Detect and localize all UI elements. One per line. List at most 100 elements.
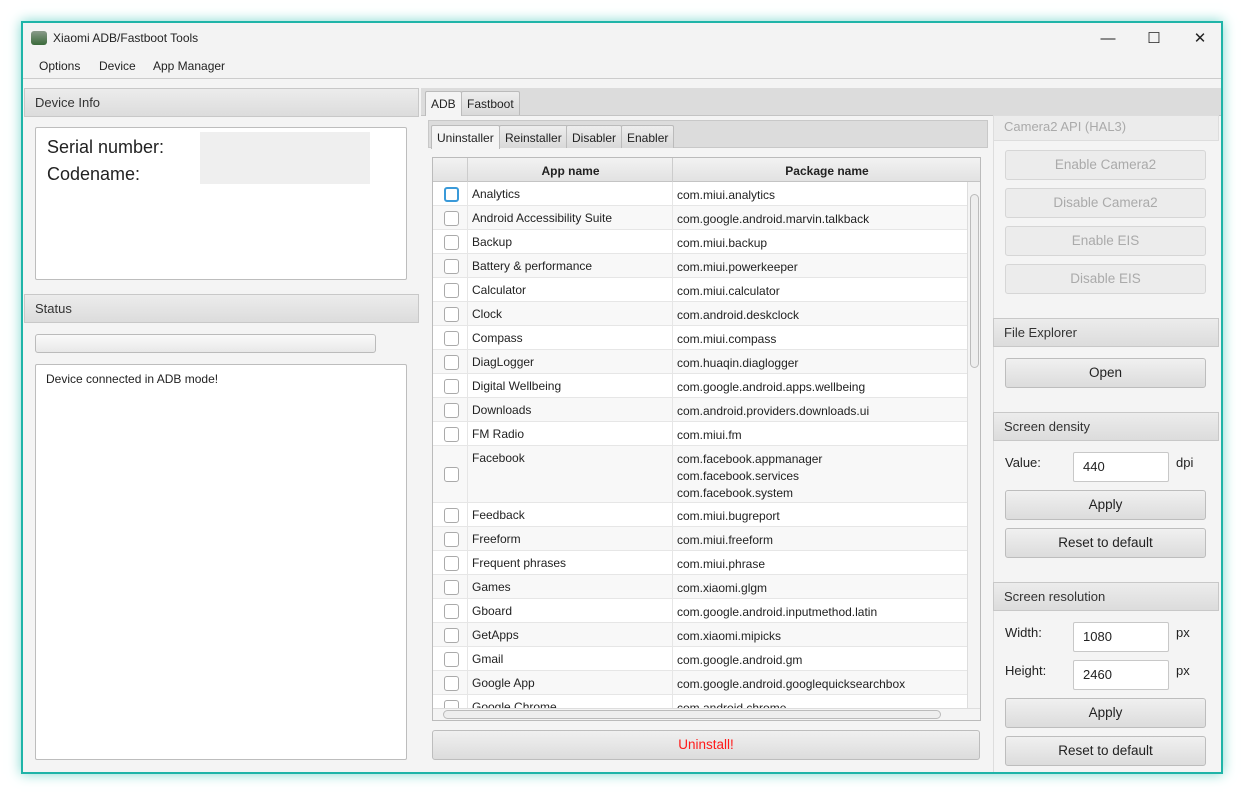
- density-input[interactable]: 440: [1073, 452, 1169, 482]
- main-tab-bar: [421, 88, 1221, 116]
- table-row[interactable]: Gboard com.google.android.inputmethod.la…: [433, 599, 967, 623]
- menu-options[interactable]: Options: [39, 59, 80, 73]
- table-row[interactable]: Android Accessibility Suite com.google.a…: [433, 206, 967, 230]
- disable-eis-button[interactable]: Disable EIS: [1005, 264, 1206, 294]
- enable-camera2-button[interactable]: Enable Camera2: [1005, 150, 1206, 180]
- row-checkbox[interactable]: [444, 210, 459, 226]
- density-reset-button[interactable]: Reset to default: [1005, 528, 1206, 558]
- app-name-cell: Android Accessibility Suite: [472, 211, 613, 225]
- close-button[interactable]: ✕: [1177, 27, 1221, 51]
- row-checkbox[interactable]: [444, 651, 459, 667]
- package-name-cell: com.miui.calculator: [677, 283, 780, 300]
- screen-density-header: Screen density: [993, 412, 1219, 441]
- row-checkbox[interactable]: [444, 258, 459, 274]
- table-row[interactable]: Analytics com.miui.analytics: [433, 182, 967, 206]
- package-name: com.miui.powerkeeper: [677, 260, 798, 274]
- menu-device[interactable]: Device: [99, 59, 136, 73]
- table-row[interactable]: Facebook com.facebook.appmanager com.face…: [433, 446, 967, 503]
- table-row[interactable]: Games com.xiaomi.glgm: [433, 575, 967, 599]
- row-checkbox[interactable]: [444, 234, 459, 250]
- row-checkbox[interactable]: [444, 603, 459, 619]
- tab-enabler[interactable]: Enabler: [621, 125, 675, 148]
- open-file-explorer-button[interactable]: Open: [1005, 358, 1206, 388]
- package-name: com.google.android.marvin.talkback: [677, 212, 870, 226]
- resolution-apply-button[interactable]: Apply: [1005, 698, 1206, 728]
- tab-adb[interactable]: ADB: [425, 91, 462, 116]
- height-input[interactable]: 2460: [1073, 660, 1169, 690]
- scroll-thumb[interactable]: [970, 194, 979, 368]
- row-checkbox[interactable]: [444, 426, 459, 442]
- height-unit: px: [1176, 663, 1190, 678]
- table-row[interactable]: Digital Wellbeing com.google.android.app…: [433, 374, 967, 398]
- tab-fastboot[interactable]: Fastboot: [461, 91, 520, 115]
- row-checkbox[interactable]: [444, 378, 459, 394]
- row-checkbox[interactable]: [444, 627, 459, 643]
- disable-camera2-button[interactable]: Disable Camera2: [1005, 188, 1206, 218]
- table-row[interactable]: Compass com.miui.compass: [433, 326, 967, 350]
- row-checkbox[interactable]: [444, 675, 459, 691]
- package-name-cell: com.miui.fm: [677, 427, 742, 444]
- app-name-cell: Calculator: [472, 283, 527, 297]
- table-row[interactable]: FM Radio com.miui.fm: [433, 422, 967, 446]
- enable-eis-button[interactable]: Enable EIS: [1005, 226, 1206, 256]
- table-row[interactable]: Google App com.google.android.googlequic…: [433, 671, 967, 695]
- row-checkbox[interactable]: [444, 282, 459, 298]
- apps-table: App name Package name Analytics com.miui…: [432, 157, 981, 721]
- package-name-cell: com.google.android.googlequicksearchbox: [677, 676, 905, 693]
- row-checkbox[interactable]: [444, 531, 459, 547]
- row-checkbox[interactable]: [444, 579, 459, 595]
- row-checkbox[interactable]: [444, 354, 459, 370]
- table-row[interactable]: Frequent phrases com.miui.phrase: [433, 551, 967, 575]
- table-row[interactable]: Clock com.android.deskclock: [433, 302, 967, 326]
- row-checkbox[interactable]: [444, 507, 459, 523]
- package-name: com.android.chrome: [677, 701, 787, 708]
- table-row[interactable]: Downloads com.android.providers.download…: [433, 398, 967, 422]
- table-row[interactable]: Backup com.miui.backup: [433, 230, 967, 254]
- package-name-cell: com.google.android.apps.wellbeing: [677, 379, 865, 396]
- table-row[interactable]: Battery & performance com.miui.powerkeep…: [433, 254, 967, 278]
- vertical-scrollbar[interactable]: [967, 182, 980, 708]
- tab-reinstaller[interactable]: Reinstaller: [499, 125, 568, 148]
- minimize-button[interactable]: —: [1085, 27, 1131, 51]
- row-checkbox[interactable]: [444, 467, 459, 482]
- package-name: com.miui.fm: [677, 428, 742, 442]
- row-checkbox[interactable]: [444, 555, 459, 571]
- package-name: com.miui.analytics: [677, 188, 776, 202]
- table-row[interactable]: Freeform com.miui.freeform: [433, 527, 967, 551]
- package-name-cell: com.android.chrome: [677, 700, 786, 708]
- row-checkbox[interactable]: [444, 330, 459, 346]
- app-name-cell: Gboard: [472, 604, 513, 618]
- density-apply-button[interactable]: Apply: [1005, 490, 1206, 520]
- status-log: Device connected in ADB mode!: [35, 364, 407, 760]
- row-checkbox[interactable]: [444, 306, 459, 322]
- table-row[interactable]: Gmail com.google.android.gm: [433, 647, 967, 671]
- table-row[interactable]: GetApps com.xiaomi.mipicks: [433, 623, 967, 647]
- column-package-name[interactable]: Package name: [673, 164, 980, 178]
- row-checkbox[interactable]: [444, 699, 459, 708]
- package-name: com.google.android.googlequicksearchbox: [677, 677, 906, 691]
- maximize-button[interactable]: ☐: [1131, 27, 1177, 51]
- resolution-reset-button[interactable]: Reset to default: [1005, 736, 1206, 766]
- table-row[interactable]: DiagLogger com.huaqin.diaglogger: [433, 350, 967, 374]
- window-title: Xiaomi ADB/Fastboot Tools: [53, 31, 199, 45]
- package-name-cell: com.android.providers.downloads.ui: [677, 403, 869, 420]
- hscroll-thumb[interactable]: [443, 710, 941, 719]
- app-name-cell: Analytics: [472, 187, 521, 201]
- tab-disabler[interactable]: Disabler: [566, 125, 623, 148]
- tab-uninstaller[interactable]: Uninstaller: [431, 125, 500, 149]
- horizontal-scrollbar[interactable]: [433, 708, 980, 720]
- uninstall-button[interactable]: Uninstall!: [432, 730, 980, 760]
- package-name-cell: com.xiaomi.glgm: [677, 580, 767, 597]
- camera2-header: Camera2 API (HAL3): [993, 115, 1219, 141]
- app-logo-icon: [31, 31, 47, 45]
- density-value-label: Value:: [1005, 455, 1041, 470]
- row-checkbox[interactable]: [444, 186, 459, 202]
- column-app-name[interactable]: App name: [468, 164, 673, 178]
- menu-app-manager[interactable]: App Manager: [153, 59, 225, 73]
- table-row[interactable]: Google Chrome com.android.chrome: [433, 695, 967, 708]
- menu-bar: Options Device App Manager: [23, 53, 1221, 79]
- table-row[interactable]: Calculator com.miui.calculator: [433, 278, 967, 302]
- width-input[interactable]: 1080: [1073, 622, 1169, 652]
- table-row[interactable]: Feedback com.miui.bugreport: [433, 503, 967, 527]
- row-checkbox[interactable]: [444, 402, 459, 418]
